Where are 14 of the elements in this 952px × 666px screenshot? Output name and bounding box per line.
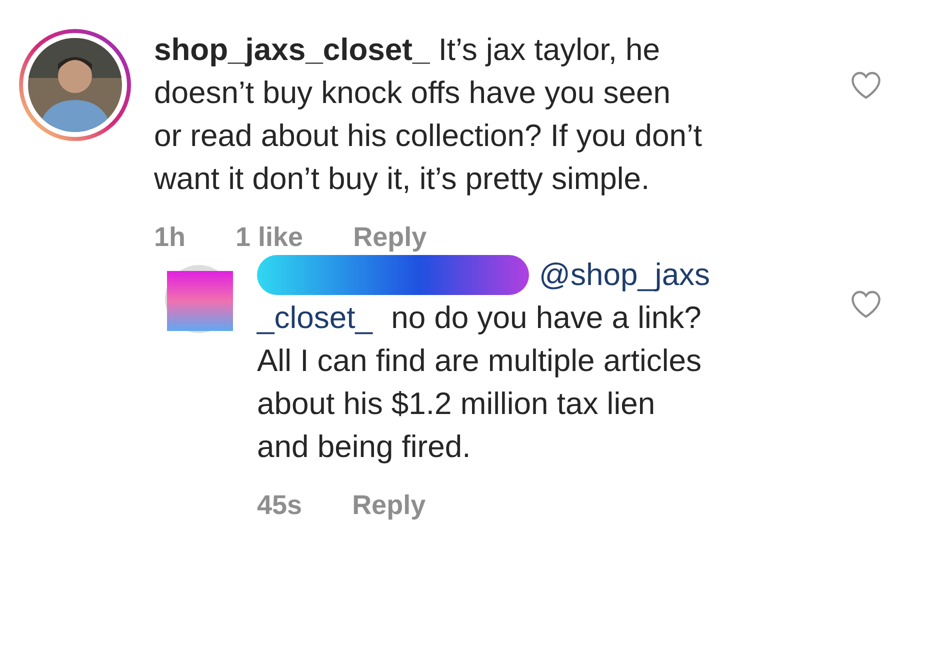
comment-time: 45s xyxy=(257,490,302,521)
comment-text: All I can find are multiple articles about his $1.2 million tax lien and being fired. xyxy=(257,342,703,466)
comment-text: no do you have a link? xyxy=(390,300,702,336)
reply-button[interactable]: Reply xyxy=(352,490,426,521)
mention-link[interactable]: @shop_jaxs xyxy=(539,256,710,292)
likes-count[interactable]: 1 like xyxy=(236,222,304,253)
heart-icon[interactable] xyxy=(850,289,882,319)
comment-time: 1h xyxy=(154,222,186,253)
mention-link[interactable]: _closet_ xyxy=(257,300,372,336)
comment-text: shop_jaxs_closet_ It’s jax taylor, he doesn’t buy knock offs have you seen or read about his collection? If you don’t want it don’t buy it, it’s pretty simple. xyxy=(154,31,704,198)
avatar-picture-icon[interactable] xyxy=(18,28,132,142)
reply-button[interactable]: Reply xyxy=(353,222,427,253)
heart-icon[interactable] xyxy=(850,70,882,100)
redacted-avatar-icon[interactable] xyxy=(163,263,235,335)
